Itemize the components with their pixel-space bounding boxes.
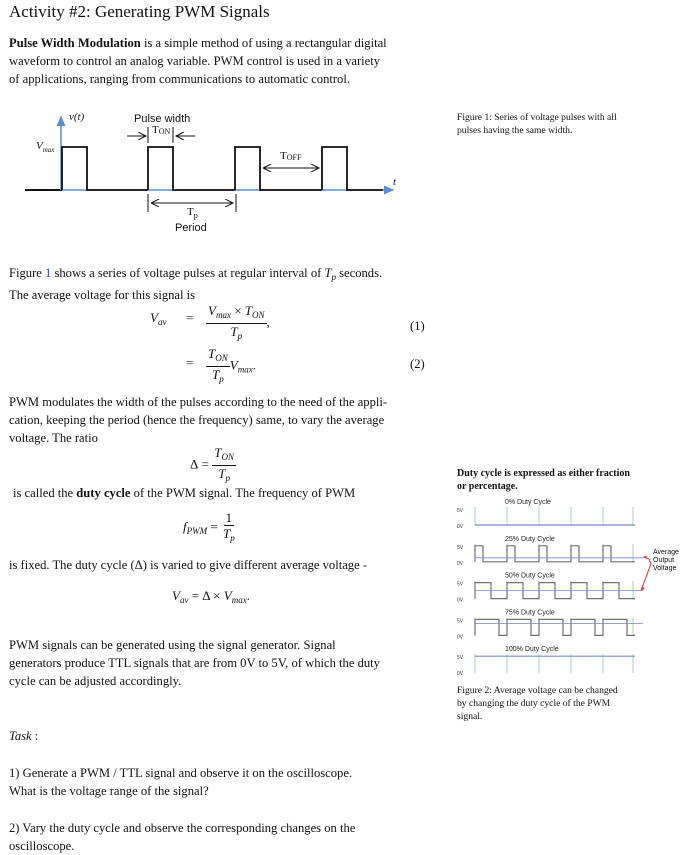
ton-label: TON: [152, 124, 171, 136]
pulse: [321, 146, 383, 191]
paragraph-duty-cycle: is called the duty cycle of the PWM sign…: [13, 486, 356, 500]
figure1-caption: Figure 1: Series of voltage pulses with …: [457, 112, 617, 136]
duty-cycle-label: 100% Duty Cycle: [505, 646, 559, 653]
equation-1-equals: =: [186, 310, 194, 325]
equation-1-number: (1): [410, 319, 425, 333]
figure2-heading: Duty cycle is expressed as either fracti…: [457, 468, 630, 492]
axis-label-5v: 5V: [457, 508, 464, 514]
intro-text: of applications, ranging from communicat…: [9, 72, 350, 86]
axis-label-0v: 0V: [457, 671, 464, 677]
paragraph-pwm-modulates: PWM modulates the width of the pulses ac…: [9, 395, 388, 445]
pwm-waveform: [474, 618, 635, 636]
equation-2-rhs: TON Tp Vmax.: [206, 346, 256, 384]
axis-label-0v: 0V: [457, 634, 464, 640]
vmax-label: Vmax: [36, 140, 55, 154]
equation-frequency: fPWM = 1 Tp: [183, 510, 235, 543]
toff-label: TOFF: [280, 150, 302, 162]
intro-text: is a simple method of using a rectangula…: [140, 36, 387, 50]
equation-2-number: (2): [410, 357, 425, 371]
intro-text: waveform to control an analog variable. …: [9, 54, 381, 68]
duty-cycle-label: 50% Duty Cycle: [505, 573, 555, 580]
axis-label-5v: 5V: [457, 618, 464, 624]
average-output-voltage-label: Average Output Voltage: [653, 549, 679, 572]
axis-label-5v: 5V: [457, 582, 464, 588]
figure1-pulse-diagram: [25, 115, 395, 212]
duty-cycle-label: 0% Duty Cycle: [505, 499, 551, 506]
pulse: [61, 146, 148, 191]
equation-average-voltage: Vav = Δ × Vmax.: [172, 588, 250, 605]
tp-label: Tp: [187, 206, 198, 220]
pwm-waveform: [474, 545, 635, 563]
page-title: Activity #2: Generating PWM Signals: [9, 2, 270, 21]
axis-label-0v: 0V: [457, 561, 464, 567]
arrow-head: [641, 586, 645, 591]
figure2-caption: Figure 2: Average voltage can be changed…: [457, 685, 618, 722]
paragraph-signal-generator: PWM signals can be generated using the s…: [9, 638, 380, 688]
task-item-2: 2) Vary the duty cycle and observe the c…: [9, 821, 356, 853]
task-heading: Task :: [9, 729, 39, 743]
paragraph-fixed: is fixed. The duty cycle (Δ) is varied t…: [9, 558, 368, 572]
axis-label-0v: 0V: [457, 598, 464, 604]
pulse-train: [61, 146, 383, 191]
axis-label-0v: 0V: [457, 524, 464, 530]
duty-cycle-label: 25% Duty Cycle: [505, 536, 555, 543]
equation-duty-cycle: Δ = TON Tp: [190, 445, 236, 483]
duty-cycle-label: 75% Duty Cycle: [505, 609, 555, 616]
equation-1-lhs: Vav: [150, 310, 167, 327]
intro-bold-term: Pulse Width Modulation: [9, 36, 141, 50]
equation-2-equals: =: [186, 355, 194, 370]
axis-label-5v: 5V: [457, 545, 464, 551]
voltage-axis-label: v(t): [69, 111, 85, 123]
pointer-arrow: [640, 558, 652, 591]
period-label: Period: [175, 222, 207, 234]
figure2-duty-cycle-diagram: 0% Duty Cycle 5V 0V 25% Duty Cycle 5V 0V 50% D…: [457, 499, 652, 677]
time-axis-label: t: [393, 176, 397, 188]
equation-1-rhs: Vmax × TON Tp,: [206, 303, 270, 341]
task-item-1: 1) Generate a PWM / TTL signal and obser…: [9, 766, 353, 798]
pulse: [147, 146, 235, 191]
axis-label-5v: 5V: [457, 655, 464, 661]
paragraph-average-voltage: Figure 1 shows a series of voltage pulse…: [9, 266, 383, 302]
intro-paragraph: Pulse Width Modulation is a simple metho…: [9, 34, 429, 88]
